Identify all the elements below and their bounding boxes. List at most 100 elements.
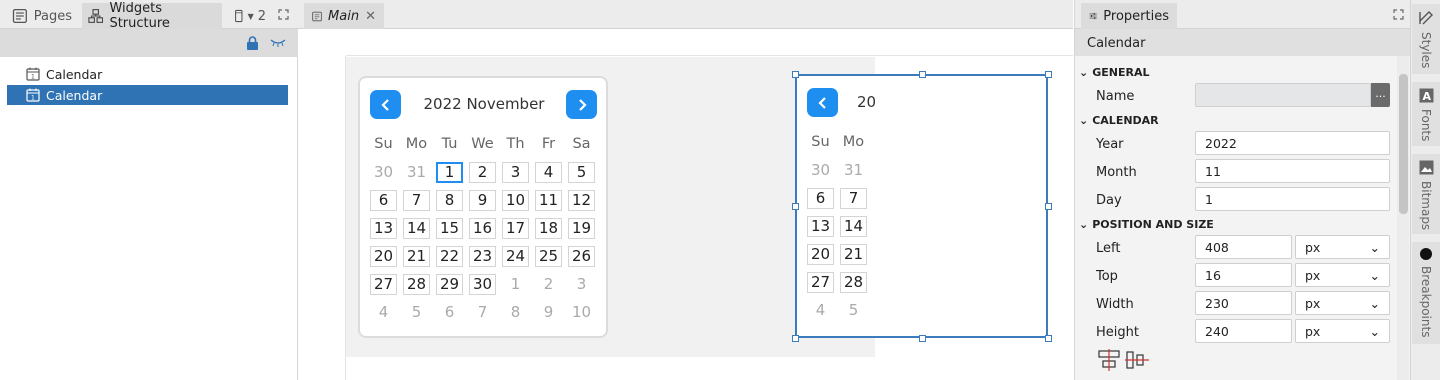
side-tab-strip: Styles A Fonts Bitmaps Breakpoints — [1410, 0, 1440, 380]
scrollbar-thumb[interactable] — [1399, 74, 1408, 214]
section-calendar[interactable]: ⌄ CALENDAR — [1079, 114, 1159, 127]
day-cell-other-month[interactable]: 3 — [568, 274, 595, 295]
tab-pages[interactable]: Pages — [6, 3, 78, 29]
day-cell-other-month[interactable]: 9 — [535, 302, 562, 323]
day-cell[interactable]: 27 — [370, 274, 397, 295]
height-unit-select[interactable]: px ⌄ — [1295, 319, 1390, 343]
align-vertical-icon[interactable] — [1125, 349, 1149, 371]
next-month-button[interactable] — [566, 90, 597, 119]
day-cell[interactable]: 12 — [568, 190, 595, 211]
month-field[interactable]: 11 — [1195, 159, 1390, 183]
day-cell[interactable]: 3 — [502, 162, 529, 183]
tree-item-calendar[interactable]: 1 Calendar — [7, 64, 288, 84]
tab-main-label: Main — [328, 8, 360, 24]
chevron-down-icon: ⌄ — [1079, 218, 1089, 231]
resize-handle[interactable] — [792, 71, 799, 78]
resize-handle[interactable] — [1045, 335, 1052, 342]
day-cell[interactable]: 29 — [436, 274, 463, 295]
day-cell[interactable]: 24 — [502, 246, 529, 267]
weekday-label: Tu — [441, 136, 458, 152]
tab-properties[interactable]: Properties — [1081, 3, 1177, 29]
calendar-widget[interactable]: 2022 November Su Mo Tu We Th Fr Sa 30 31 1 2 3 4 5 6 7… — [358, 76, 608, 338]
day-cell-other-month[interactable]: 7 — [469, 302, 496, 323]
width-field[interactable]: 230 — [1195, 291, 1292, 315]
name-label: Name — [1096, 89, 1135, 104]
day-cell[interactable]: 5 — [568, 162, 595, 183]
tab-widgets-structure[interactable]: Widgets Structure — [82, 1, 222, 31]
close-icon[interactable]: ✕ — [365, 9, 376, 24]
resize-handle[interactable] — [1045, 203, 1052, 210]
day-cell[interactable]: 21 — [403, 246, 430, 267]
day-cell[interactable]: 15 — [436, 218, 463, 239]
day-cell-other-month[interactable]: 10 — [568, 302, 595, 323]
day-cell[interactable]: 14 — [403, 218, 430, 239]
resize-handle[interactable] — [1045, 71, 1052, 78]
day-cell[interactable]: 4 — [535, 162, 562, 183]
day-cell-other-month[interactable]: 1 — [502, 274, 529, 295]
day-cell[interactable]: 7 — [403, 190, 430, 211]
top-field[interactable]: 16 — [1195, 263, 1292, 287]
maximize-icon[interactable] — [278, 9, 289, 20]
eye-closed-icon[interactable] — [270, 38, 286, 48]
day-cell[interactable]: 8 — [436, 190, 463, 211]
day-cell[interactable]: 16 — [469, 218, 496, 239]
day-cell[interactable]: 18 — [535, 218, 562, 239]
resize-handle[interactable] — [919, 71, 926, 78]
weekday-label: We — [471, 136, 494, 152]
day-cell-selected[interactable]: 1 — [436, 162, 463, 183]
resize-handle[interactable] — [792, 335, 799, 342]
year-field[interactable]: 2022 — [1195, 131, 1390, 155]
day-cell-other-month[interactable]: 2 — [535, 274, 562, 295]
tab-properties-label: Properties — [1103, 8, 1169, 24]
day-cell[interactable]: 10 — [502, 190, 529, 211]
properties-panel: Properties Calendar ⌄ GENERAL Name ... ⌄… — [1074, 0, 1411, 380]
side-tab-fonts[interactable]: A Fonts — [1412, 82, 1440, 146]
day-cell[interactable]: 23 — [469, 246, 496, 267]
tab-pages-label: Pages — [33, 8, 72, 24]
day-cell-other-month[interactable]: 30 — [370, 162, 397, 183]
prev-month-button[interactable] — [370, 90, 401, 119]
left-unit-select[interactable]: px ⌄ — [1295, 235, 1390, 259]
calendar-icon: 1 — [26, 88, 40, 102]
height-field[interactable]: 240 — [1195, 319, 1292, 343]
resize-handle[interactable] — [792, 203, 799, 210]
day-cell[interactable]: 26 — [568, 246, 595, 267]
align-horizontal-icon[interactable] — [1097, 349, 1121, 371]
resize-handle[interactable] — [919, 335, 926, 342]
day-cell[interactable]: 19 — [568, 218, 595, 239]
side-tab-bitmaps[interactable]: Bitmaps — [1412, 154, 1440, 234]
day-cell[interactable]: 17 — [502, 218, 529, 239]
day-cell-other-month[interactable]: 5 — [403, 302, 430, 323]
day-cell[interactable]: 6 — [370, 190, 397, 211]
weekday-label: Fr — [541, 136, 556, 152]
top-unit-select[interactable]: px ⌄ — [1295, 263, 1390, 287]
day-cell-other-month[interactable]: 31 — [403, 162, 430, 183]
width-label: Width — [1096, 297, 1134, 312]
day-cell[interactable]: 11 — [535, 190, 562, 211]
day-field[interactable]: 1 — [1195, 187, 1390, 211]
left-field[interactable]: 408 — [1195, 235, 1292, 259]
tree-item-calendar-selected[interactable]: 1 Calendar — [7, 85, 288, 105]
side-tab-styles[interactable]: Styles — [1412, 4, 1440, 74]
day-cell[interactable]: 20 — [370, 246, 397, 267]
day-cell[interactable]: 30 — [469, 274, 496, 295]
name-browse-button[interactable]: ... — [1371, 83, 1390, 107]
day-cell-other-month[interactable]: 6 — [436, 302, 463, 323]
section-general[interactable]: ⌄ GENERAL — [1079, 66, 1149, 79]
maximize-icon[interactable] — [1393, 9, 1404, 20]
tab-main[interactable]: Main ✕ — [304, 3, 384, 29]
width-unit-select[interactable]: px ⌄ — [1295, 291, 1390, 315]
device-selector[interactable]: ▼ 2 — [228, 3, 272, 29]
day-cell[interactable]: 25 — [535, 246, 562, 267]
day-cell[interactable]: 2 — [469, 162, 496, 183]
side-tab-breakpoints[interactable]: Breakpoints — [1412, 242, 1440, 344]
day-cell[interactable]: 13 — [370, 218, 397, 239]
lock-icon[interactable] — [246, 36, 259, 50]
day-cell-other-month[interactable]: 8 — [502, 302, 529, 323]
day-cell-other-month[interactable]: 4 — [370, 302, 397, 323]
section-position-size[interactable]: ⌄ POSITION AND SIZE — [1079, 218, 1214, 231]
day-cell[interactable]: 9 — [469, 190, 496, 211]
name-field[interactable] — [1195, 83, 1371, 107]
day-cell[interactable]: 28 — [403, 274, 430, 295]
day-cell[interactable]: 22 — [436, 246, 463, 267]
